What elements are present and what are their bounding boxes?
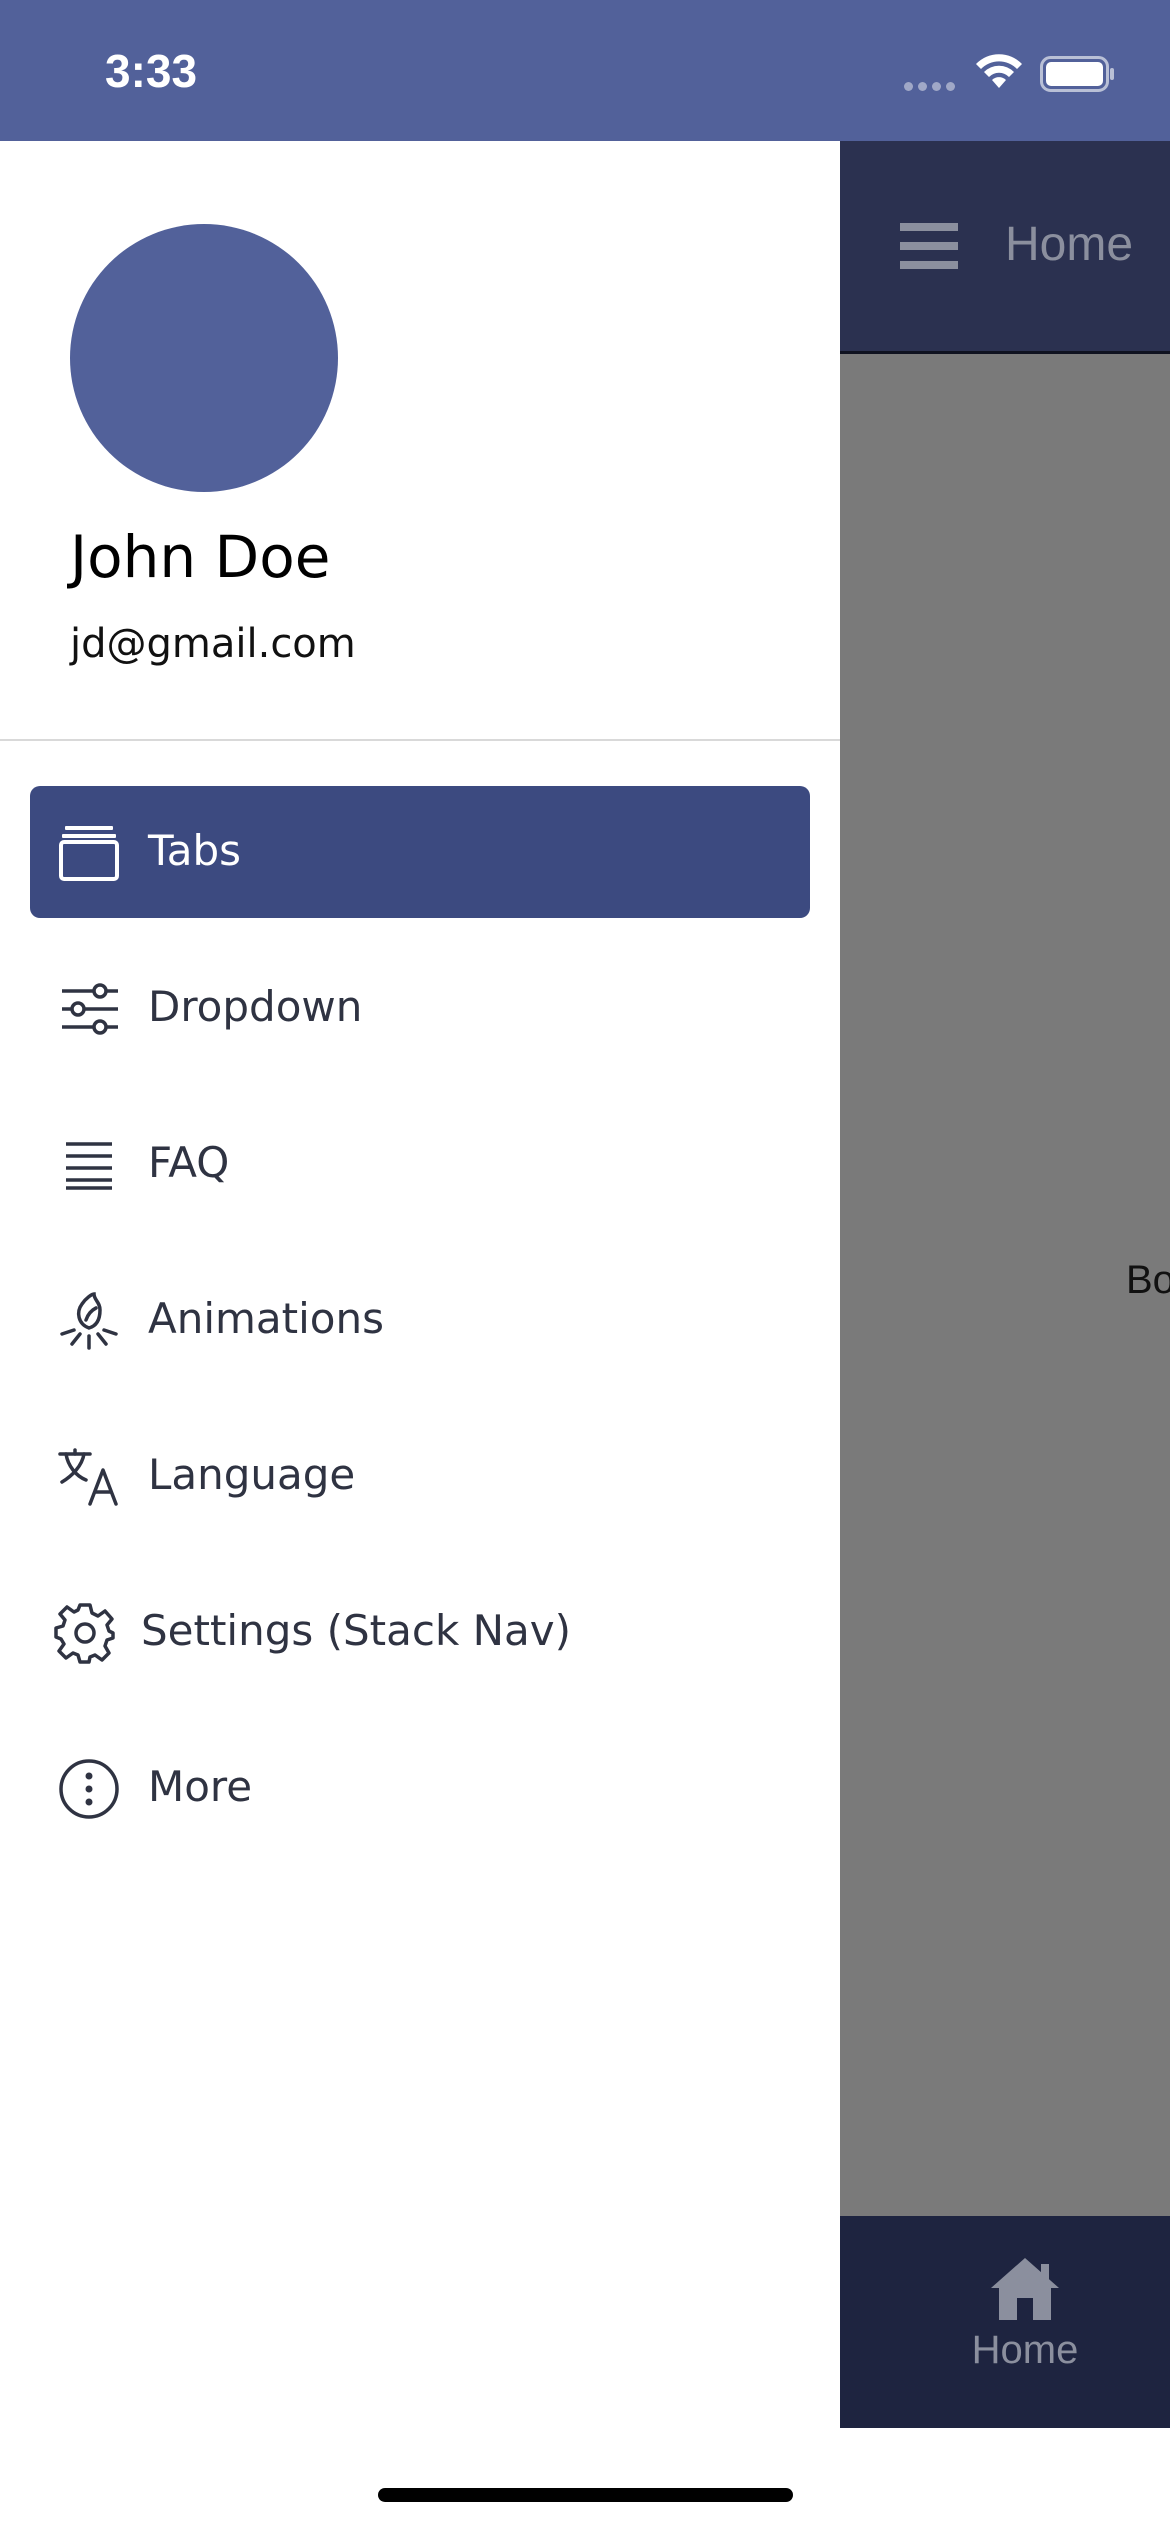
app-header: Home xyxy=(840,141,1170,354)
navigation-drawer: John Doe jd@gmail.com Tabs Dropdown FAQ … xyxy=(0,141,840,2532)
status-time: 3:33 xyxy=(105,45,198,97)
tabs-icon xyxy=(58,822,120,884)
hamburger-menu-icon[interactable] xyxy=(900,221,958,275)
tab-home[interactable]: Home xyxy=(925,2256,1125,2373)
status-bar: 3:33 xyxy=(0,0,1170,141)
home-indicator[interactable] xyxy=(378,2488,793,2502)
user-name: John Doe xyxy=(70,523,331,591)
signal-icon xyxy=(904,82,955,91)
drawer-item-settings[interactable]: Settings (Stack Nav) xyxy=(30,1566,810,1698)
drawer-item-label: More xyxy=(148,1762,253,1811)
translate-icon xyxy=(58,1446,120,1508)
list-icon xyxy=(58,1134,120,1196)
gear-icon xyxy=(54,1602,116,1664)
drawer-item-tabs[interactable]: Tabs xyxy=(30,786,810,918)
app-body-overlay[interactable]: Bo xyxy=(840,354,1170,2216)
app-screen: 3:33 Home Bo Home John Doe jd@gmail.com … xyxy=(0,0,1170,2532)
bottom-tab-bar: Home xyxy=(840,2216,1170,2428)
drawer-item-label: Settings (Stack Nav) xyxy=(141,1606,572,1655)
drawer-item-faq[interactable]: FAQ xyxy=(30,1098,810,1230)
drawer-item-label: FAQ xyxy=(148,1138,230,1187)
home-icon xyxy=(991,2258,1059,2320)
more-vertical-icon xyxy=(58,1758,120,1820)
wifi-icon xyxy=(974,52,1024,94)
avatar xyxy=(70,224,338,492)
drawer-item-label: Language xyxy=(148,1450,356,1499)
drawer-item-language[interactable]: Language xyxy=(30,1410,810,1542)
header-title: Home xyxy=(1005,218,1134,271)
drawer-item-label: Dropdown xyxy=(148,982,363,1031)
user-email: jd@gmail.com xyxy=(70,621,356,667)
drawer-item-more[interactable]: More xyxy=(30,1722,810,1854)
divider xyxy=(0,739,840,741)
drawer-item-label: Animations xyxy=(148,1294,385,1343)
sliders-icon xyxy=(58,978,120,1040)
drawer-item-label: Tabs xyxy=(148,826,241,875)
drawer-item-dropdown[interactable]: Dropdown xyxy=(30,942,810,1074)
body-text: Bo xyxy=(1126,1258,1170,1302)
battery-icon xyxy=(1040,56,1116,96)
drawer-menu: Tabs Dropdown FAQ Animations Language Se… xyxy=(30,786,810,1878)
drawer-item-animations[interactable]: Animations xyxy=(30,1254,810,1386)
animation-icon xyxy=(58,1290,120,1352)
tab-home-label: Home xyxy=(971,2328,1079,2372)
